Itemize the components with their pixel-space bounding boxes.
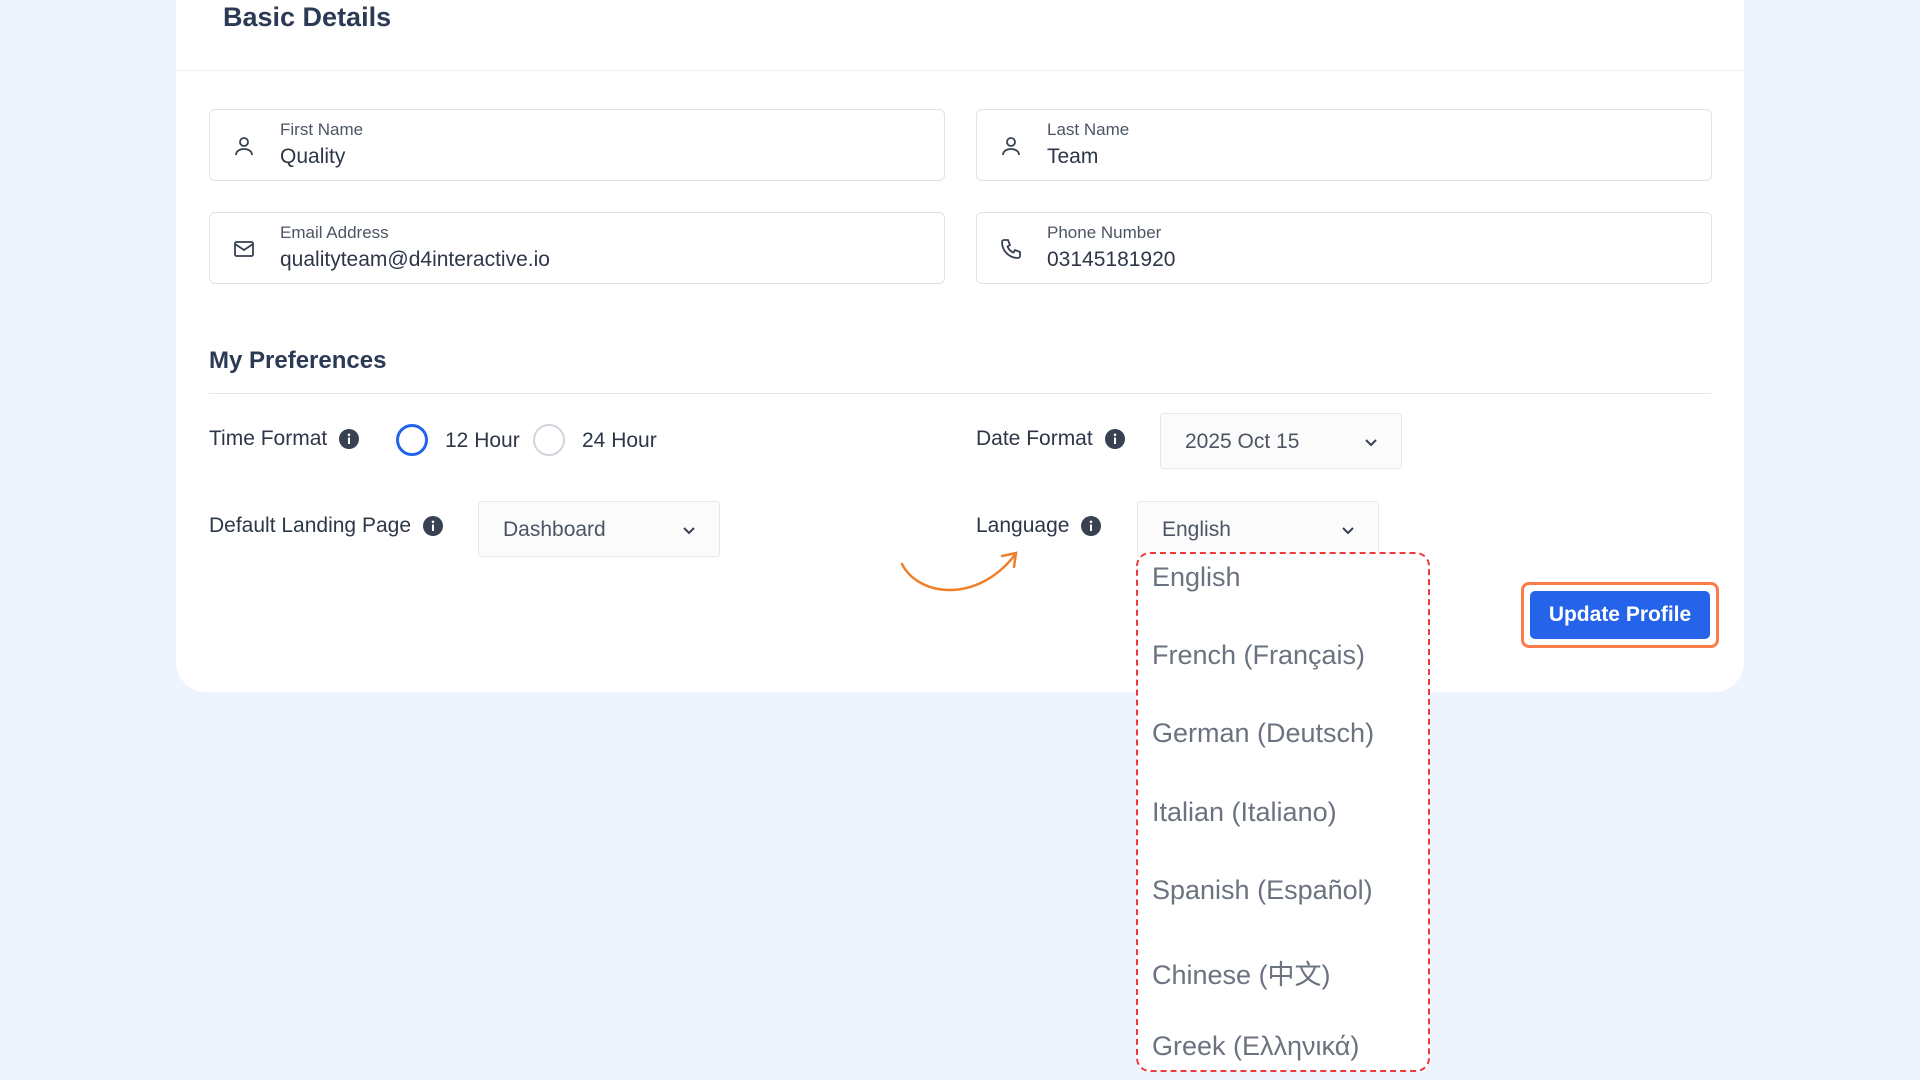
landing-page-value: Dashboard [503, 518, 606, 541]
last-name-field[interactable]: Last Name Team [976, 109, 1712, 181]
update-profile-highlight: Update Profile [1521, 582, 1719, 648]
first-name-label: First Name [280, 120, 364, 139]
phone-icon [1001, 239, 1021, 259]
language-label: Language [976, 514, 1102, 538]
email-value[interactable]: qualityteam@d4interactive.io [280, 248, 550, 272]
basic-details-title: Basic Details [223, 2, 392, 32]
radio-24-hour-label[interactable]: 24 Hour [582, 429, 657, 453]
language-option[interactable]: French (Français) [1152, 640, 1365, 671]
time-format-label: Time Format [209, 427, 360, 451]
date-format-select[interactable]: 2025 Oct 15 [1160, 413, 1402, 469]
phone-label: Phone Number [1047, 223, 1162, 242]
chevron-down-icon [683, 527, 695, 535]
time-format-label-text: Time Format [209, 427, 328, 450]
preferences-divider [209, 393, 1711, 394]
phone-field[interactable]: Phone Number 03145181920 [976, 212, 1712, 284]
language-value: English [1162, 518, 1231, 541]
landing-page-select[interactable]: Dashboard [478, 501, 720, 557]
info-icon[interactable] [339, 429, 360, 449]
first-name-value[interactable]: Quality [280, 145, 345, 169]
radio-12-hour-label[interactable]: 12 Hour [445, 429, 520, 453]
language-option[interactable]: German (Deutsch) [1152, 718, 1374, 749]
email-field[interactable]: Email Address qualityteam@d4interactive.… [209, 212, 945, 284]
phone-value[interactable]: 03145181920 [1047, 248, 1175, 272]
last-name-value[interactable]: Team [1047, 145, 1098, 169]
language-option[interactable]: Greek (Ελληνικά) [1152, 1031, 1359, 1062]
radio-12-hour[interactable] [396, 424, 428, 456]
date-format-label: Date Format [976, 427, 1125, 451]
preferences-title: My Preferences [209, 347, 387, 374]
landing-page-label: Default Landing Page [209, 514, 443, 538]
date-format-value: 2025 Oct 15 [1185, 430, 1300, 453]
user-icon [235, 137, 253, 156]
user-icon [1002, 137, 1020, 156]
last-name-label: Last Name [1047, 120, 1130, 139]
first-name-field[interactable]: First Name Quality [209, 109, 945, 181]
language-option[interactable]: Italian (Italiano) [1152, 797, 1337, 828]
radio-24-hour[interactable] [533, 424, 565, 456]
language-option[interactable]: English [1152, 562, 1241, 593]
chevron-down-icon [1342, 527, 1354, 535]
info-icon[interactable] [1081, 516, 1102, 536]
info-icon[interactable] [423, 516, 443, 536]
mail-icon [234, 241, 254, 257]
language-option[interactable]: Chinese (中文) [1152, 953, 1331, 992]
info-icon[interactable] [1104, 429, 1125, 449]
language-select[interactable]: English [1137, 501, 1379, 557]
language-dropdown-list[interactable]: English French (Français) German (Deutsc… [1136, 552, 1430, 1072]
header-divider [176, 70, 1744, 71]
update-profile-button[interactable]: Update Profile [1530, 591, 1710, 639]
language-label-text: Language [976, 514, 1070, 537]
date-format-label-text: Date Format [976, 427, 1093, 450]
landing-page-label-text: Default Landing Page [209, 514, 411, 537]
curved-arrow-icon [900, 551, 1018, 592]
chevron-down-icon [1365, 439, 1377, 447]
email-label: Email Address [280, 223, 389, 242]
language-option[interactable]: Spanish (Español) [1152, 875, 1373, 906]
